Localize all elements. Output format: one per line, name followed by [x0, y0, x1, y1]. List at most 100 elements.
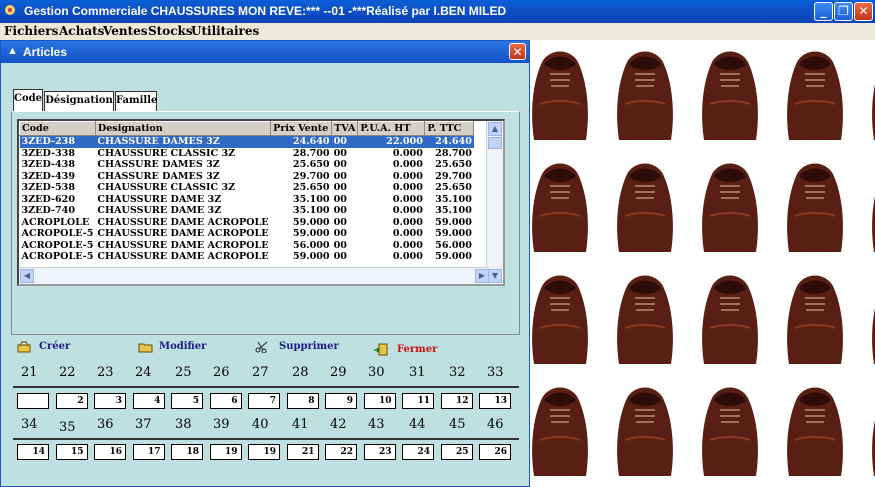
table-row[interactable]: 3ZED-338 CHAUSSURE CLASSIC 3Z 28.700 00 0.00…: [20, 148, 474, 160]
quantity-field[interactable]: 14: [17, 444, 49, 460]
table-cell: ACROPOLE-5: [21, 228, 94, 239]
quantity-field[interactable]: [17, 393, 49, 409]
table-row[interactable]: 3ZED-439 CHASSURE DAMES 3Z 29.700 00 0.000 29…: [20, 171, 474, 183]
scroll-down-icon[interactable]: ▼: [488, 269, 502, 283]
table-cell: 28.700: [435, 147, 472, 159]
scroll-up-icon[interactable]: ▲: [488, 122, 502, 136]
quantity-field[interactable]: 4: [132, 393, 165, 409]
table-row[interactable]: 3ZED-538 CHAUSSURE CLASSIC 3Z 25.650 00 0.00…: [20, 182, 474, 194]
quantity-field[interactable]: 17: [132, 444, 165, 460]
size-label: 39: [213, 417, 230, 432]
quantity-field[interactable]: 13: [479, 393, 511, 409]
minimize-button[interactable]: _: [814, 2, 833, 21]
quantity-field[interactable]: 3: [94, 393, 126, 409]
scissors-icon[interactable]: [255, 341, 269, 353]
table-row[interactable]: 3ZED-438 CHASSURE DAMES 3Z 25.650 00 0.000 25…: [20, 159, 474, 171]
create-icon[interactable]: [17, 341, 31, 353]
table-cell: 56.000: [435, 239, 472, 251]
tab-designation[interactable]: Désignation: [44, 91, 114, 111]
quantity-field[interactable]: 25: [440, 444, 473, 460]
create-button[interactable]: Créer: [39, 341, 70, 352]
quantity-field[interactable]: 18: [171, 444, 203, 460]
shoe-image: [520, 380, 600, 480]
articles-window: ▲ Articles ✕ Code Désignation Famille Co…: [0, 40, 530, 487]
menu-fichiers[interactable]: Fichiers: [4, 24, 58, 38]
quantity-field[interactable]: 24: [402, 444, 434, 460]
menu-stocks[interactable]: Stocks: [148, 24, 193, 38]
quantity-field[interactable]: 5: [171, 393, 203, 409]
table-row[interactable]: ACROPOLE-5 CHAUSSURE DAME ACROPOLE 56.000 0…: [20, 240, 474, 252]
quantity-field[interactable]: 7: [248, 393, 280, 409]
close-window-button[interactable]: ✕: [509, 43, 526, 60]
col-prix-vente[interactable]: Prix Vente: [270, 121, 333, 136]
table-cell: 0.000: [392, 193, 423, 205]
size-label: 43: [368, 417, 385, 432]
horizontal-scrollbar[interactable]: ◀ ▶: [19, 267, 489, 284]
col-code[interactable]: Code: [19, 121, 96, 136]
quantity-field[interactable]: 16: [94, 444, 126, 460]
scroll-left-icon[interactable]: ◀: [20, 269, 34, 283]
shoe-image: [605, 156, 685, 256]
col-designation[interactable]: Designation: [94, 121, 272, 136]
quantity-field[interactable]: 26: [479, 444, 511, 460]
quantity-field[interactable]: 6: [209, 393, 242, 409]
col-pttc[interactable]: P. TTC: [424, 121, 475, 136]
scroll-thumb[interactable]: [488, 137, 502, 149]
quantity-field[interactable]: 22: [325, 444, 357, 460]
size-label: 38: [175, 417, 192, 432]
quantity-field[interactable]: 19: [209, 444, 242, 460]
tab-code[interactable]: Code: [13, 89, 43, 111]
quantity-field[interactable]: 15: [55, 444, 88, 460]
close-app-button[interactable]: ✕: [854, 2, 873, 21]
shoe-image: [775, 44, 855, 144]
shoe-image: [605, 268, 685, 368]
table-cell: 29.700: [292, 170, 330, 182]
quantity-field[interactable]: 21: [286, 444, 319, 460]
table-row[interactable]: ACROPOLE-5 CHAUSSURE DAME ACROPOLE 59.000 0…: [20, 251, 474, 263]
table-cell: 59.000: [435, 216, 472, 228]
table-cell: CHASSURE DAMES 3Z: [95, 135, 271, 148]
menu-ventes[interactable]: Ventes: [103, 24, 148, 38]
size-label: 36: [97, 417, 114, 432]
quantity-field[interactable]: 11: [402, 393, 434, 409]
quantity-field[interactable]: 19: [248, 444, 280, 460]
table-cell: 0.000: [392, 216, 423, 228]
table-cell: 25.650: [292, 159, 330, 170]
shoe-image: [605, 44, 685, 144]
restore-button[interactable]: ❐: [834, 2, 853, 21]
quantity-field[interactable]: 10: [363, 393, 396, 409]
table-cell: 35.100: [292, 205, 330, 216]
size-label: 26: [213, 365, 230, 380]
exit-door-icon[interactable]: [373, 343, 389, 356]
table-cell: 59.000: [292, 251, 330, 262]
tab-famille[interactable]: Famille: [115, 91, 157, 111]
articles-grid[interactable]: Code Designation Prix Vente TVA P.U.A. H…: [17, 119, 505, 286]
table-cell: 3ZED-438: [21, 159, 76, 170]
close-button[interactable]: Fermer: [397, 344, 437, 355]
quantity-field[interactable]: 8: [286, 393, 319, 409]
delete-button[interactable]: Supprimer: [279, 341, 339, 352]
table-row[interactable]: ACROPLOLE CHAUSSURE DAME ACROPOLE 59.000 00…: [20, 217, 474, 229]
table-row[interactable]: ACROPOLE-5 CHAUSSURE DAME ACROPOLE 59.000 0…: [20, 228, 474, 240]
quantity-field[interactable]: 12: [440, 393, 473, 409]
shoe-image: [860, 44, 875, 144]
size-label: 35: [59, 420, 76, 435]
menu-utilitaires[interactable]: Utilitaires: [191, 24, 259, 38]
modify-icon[interactable]: [138, 341, 154, 353]
scroll-right-icon[interactable]: ▶: [475, 269, 489, 283]
modify-button[interactable]: Modifier: [159, 341, 206, 352]
quantity-field[interactable]: 2: [55, 393, 88, 409]
col-tva[interactable]: TVA: [331, 121, 359, 136]
col-pua-ht[interactable]: P.U.A. HT: [357, 121, 426, 136]
table-row[interactable]: 3ZED-740 CHAUSSURE DAME 3Z 35.100 00 0.000 35…: [20, 205, 474, 217]
quantity-field[interactable]: 23: [363, 444, 396, 460]
size-label: 21: [21, 365, 38, 380]
table-row[interactable]: 3ZED-238 CHASSURE DAMES 3Z 24.640 00 22.000 2…: [19, 135, 474, 148]
quantity-field[interactable]: 9: [325, 393, 357, 409]
app-title: Gestion Commerciale CHAUSSURES MON REVE:…: [24, 4, 507, 18]
table-row[interactable]: 3ZED-620 CHAUSSURE DAME 3Z 35.100 00 0.000 35…: [20, 194, 474, 206]
vertical-scrollbar[interactable]: ▲: [486, 121, 503, 269]
menu-achats[interactable]: Achats: [59, 24, 104, 38]
table-cell: 24.640: [424, 135, 474, 148]
table-cell: ACROPLOLE: [21, 216, 90, 228]
